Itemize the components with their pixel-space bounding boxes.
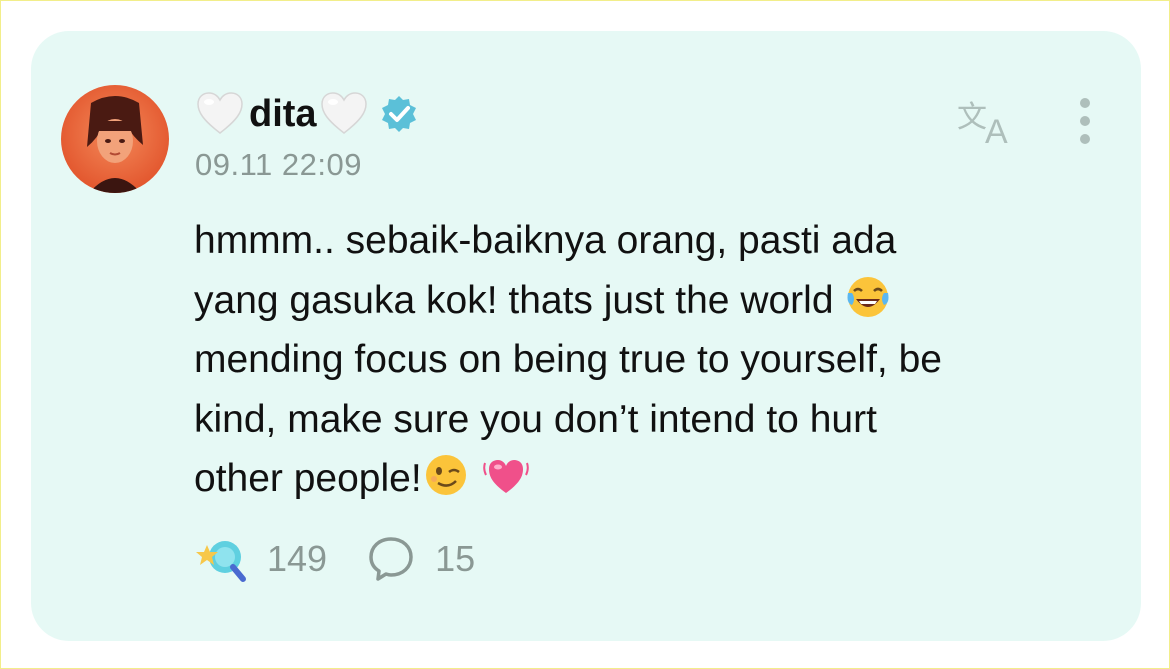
beating-heart-icon xyxy=(482,451,530,499)
post-line-1: hmmm.. sebaik-baiknya orang, pasti ada xyxy=(194,219,897,262)
white-heart-icon xyxy=(319,89,369,139)
post-timestamp: 09.11 22:09 xyxy=(195,147,362,182)
avatar[interactable] xyxy=(61,85,169,193)
translate-icon[interactable]: 文 A xyxy=(955,93,1021,151)
author-row[interactable]: dita xyxy=(195,87,419,141)
screenshot-frame: dita 09.11 22:09 文 A hmmm.. sebaik-baikn… xyxy=(0,0,1170,669)
white-heart-icon xyxy=(195,89,245,139)
svg-text:A: A xyxy=(985,113,1008,147)
post-line-5: other people! xyxy=(194,457,422,500)
winking-face-icon xyxy=(422,451,470,499)
reply-count: 15 xyxy=(435,538,476,579)
post-line-3: mending focus on being true to yourself,… xyxy=(194,338,942,381)
verified-badge-icon xyxy=(379,94,419,134)
post-card: dita 09.11 22:09 文 A hmmm.. sebaik-baikn… xyxy=(31,31,1141,641)
face-with-tears-of-joy-icon xyxy=(844,273,892,321)
star-lollipop-icon[interactable] xyxy=(193,531,249,587)
speech-bubble-icon[interactable] xyxy=(365,533,417,585)
post-actions: 149 15 xyxy=(193,531,475,587)
vertical-ellipsis-icon[interactable] xyxy=(1071,95,1099,151)
post-body: hmmm.. sebaik-baiknya orang, pasti ada y… xyxy=(194,211,1114,509)
like-count: 149 xyxy=(267,538,328,579)
post-header: dita 09.11 22:09 xyxy=(195,87,419,183)
author-name[interactable]: dita xyxy=(249,89,317,139)
post-line-2: yang gasuka kok! thats just the world xyxy=(194,278,845,322)
svg-text:文: 文 xyxy=(957,100,987,135)
post-line-4: kind, make sure you don’t intend to hurt xyxy=(194,397,877,441)
